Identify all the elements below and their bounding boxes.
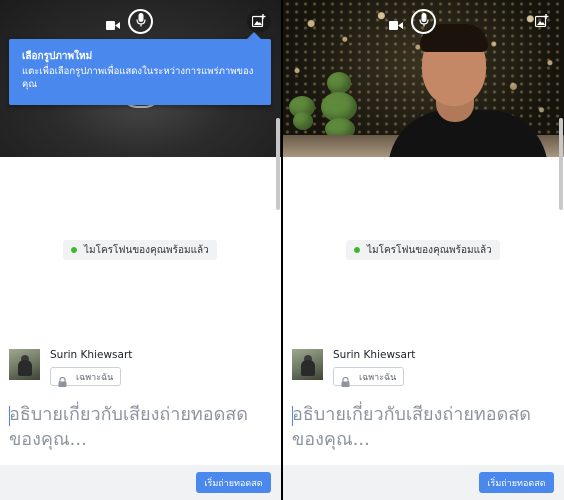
plant <box>293 112 313 130</box>
panel-left: เลือกรูปภาพใหม่ แตะเพื่อเลือกรูปภาพเพื่อ… <box>0 0 281 500</box>
mic-status-badge: ไมโครโฟนของคุณพร้อมแล้ว <box>63 240 217 260</box>
microphone-icon <box>418 12 429 31</box>
go-live-button[interactable]: เริ่มถ่ายทอดสด <box>196 472 271 493</box>
camera-toolbar <box>0 9 281 35</box>
caption-input[interactable]: อธิบายเกี่ยวกับเสียงถ่ายทอดสดของคุณ... <box>292 402 560 452</box>
privacy-label: เฉพาะฉัน <box>359 372 397 383</box>
lock-icon <box>58 372 67 387</box>
user-name: Surin Khiewsart <box>50 349 133 361</box>
tooltip-title: เลือกรูปภาพใหม่ <box>22 51 93 62</box>
panel-right: ไมโครโฟนของคุณพร้อมแล้ว Surin Khiewsart … <box>283 0 564 500</box>
microphone-button[interactable] <box>411 9 436 34</box>
camera-preview <box>283 0 564 157</box>
plant <box>327 72 351 94</box>
user-name: Surin Khiewsart <box>333 349 416 361</box>
privacy-label: เฉพาะฉัน <box>76 372 114 383</box>
status-dot-icon <box>71 247 77 253</box>
mic-status-text: ไมโครโฟนของคุณพร้อมแล้ว <box>367 244 492 256</box>
scrollbar[interactable] <box>276 118 280 210</box>
privacy-selector[interactable]: เฉพาะฉัน <box>50 367 122 387</box>
mic-status-text: ไมโครโฟนของคุณพร้อมแล้ว <box>84 244 209 256</box>
lock-icon <box>341 372 350 387</box>
microphone-icon <box>135 12 146 31</box>
add-photo-button[interactable] <box>530 9 554 33</box>
user-row: Surin Khiewsart เฉพาะฉัน <box>9 349 269 389</box>
add-photo-button[interactable] <box>247 9 271 33</box>
add-photo-icon <box>251 12 266 31</box>
caption-input[interactable]: อธิบายเกี่ยวกับเสียงถ่ายทอดสดของคุณ... <box>9 402 277 452</box>
tooltip-body: แตะเพื่อเลือกรูปภาพเพื่อแสดงในระหว่างการ… <box>22 66 254 90</box>
scrollbar[interactable] <box>559 118 563 210</box>
video-camera-icon[interactable] <box>106 16 120 30</box>
user-row: Surin Khiewsart เฉพาะฉัน <box>292 349 552 389</box>
add-photo-icon <box>534 12 549 31</box>
camera-toolbar <box>283 9 564 35</box>
privacy-selector[interactable]: เฉพาะฉัน <box>333 367 405 387</box>
status-dot-icon <box>354 247 360 253</box>
presenter <box>378 22 548 157</box>
bottom-bar: เริ่มถ่ายทอดสด <box>283 465 564 500</box>
mic-status-badge: ไมโครโฟนของคุณพร้อมแล้ว <box>346 240 500 260</box>
video-camera-icon[interactable] <box>389 16 403 30</box>
avatar <box>292 349 323 380</box>
go-live-button[interactable]: เริ่มถ่ายทอดสด <box>479 472 554 493</box>
microphone-button[interactable] <box>128 9 153 34</box>
avatar <box>9 349 40 380</box>
choose-photo-tooltip[interactable]: เลือกรูปภาพใหม่ แตะเพื่อเลือกรูปภาพเพื่อ… <box>9 32 271 105</box>
bottom-bar: เริ่มถ่ายทอดสด <box>0 465 281 500</box>
